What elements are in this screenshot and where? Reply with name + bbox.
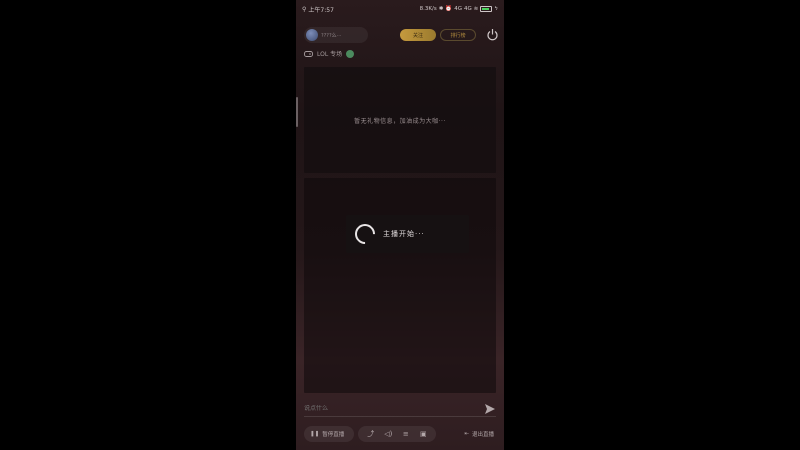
live-header: ????么··· 关注 排行榜 [304, 27, 500, 43]
alarm-icon: ⏰ [445, 6, 453, 12]
avatar[interactable] [306, 29, 318, 41]
pause-live-button[interactable]: ❚❚ 暂停直播 [304, 426, 354, 442]
host-name: ????么··· [321, 32, 342, 39]
charging-icon: ϟ [494, 6, 498, 12]
phone-screen: ⚲ 上午7:57 8.3K/s ✱ ⏰ 4G 4G ≋ ϟ ????么··· 关… [296, 0, 504, 450]
chat-input[interactable] [304, 405, 454, 412]
notification-icon: ⚲ [302, 5, 307, 13]
gift-icon[interactable]: ▣ [418, 429, 428, 439]
status-bar: ⚲ 上午7:57 8.3K/s ✱ ⏰ 4G 4G ≋ ϟ [296, 0, 504, 18]
pause-label: 暂停直播 [322, 432, 345, 438]
battery-icon [480, 6, 493, 12]
loading-spinner-icon [350, 219, 380, 249]
pause-icon: ❚❚ [310, 431, 320, 437]
net-speed: 8.3K/s [419, 6, 437, 12]
signal-icon: 4G [454, 6, 462, 12]
ranking-button[interactable]: 排行榜 [440, 29, 476, 41]
exit-icon: ⇤ [464, 431, 469, 437]
loading-toast: 主播开始··· [346, 215, 469, 253]
power-icon[interactable] [486, 28, 499, 41]
video-stream-panel[interactable]: 主播开始··· [304, 178, 496, 393]
menu-icon[interactable]: ≡ [401, 429, 411, 439]
side-scrollbar[interactable] [296, 97, 298, 127]
tool-icons-group: ⤴ ◁) ≡ ▣ [358, 426, 436, 442]
room-label: LOL 专场 [304, 49, 355, 58]
volume-icon[interactable]: ◁) [383, 429, 393, 439]
gift-message-panel: 暂无礼物信息，加油成为大咖··· [304, 67, 496, 173]
status-time: ⚲ 上午7:57 [302, 5, 334, 14]
signal-icon-2: 4G [463, 6, 472, 12]
gift-empty-message: 暂无礼物信息，加油成为大咖··· [354, 117, 446, 125]
send-icon[interactable] [484, 403, 496, 415]
loading-text: 主播开始··· [383, 230, 425, 238]
room-title: LOL 专场 [317, 51, 343, 58]
wifi-icon: ≋ [473, 6, 479, 12]
status-indicators: 8.3K/s ✱ ⏰ 4G 4G ≋ ϟ [420, 6, 498, 12]
room-badge-icon [346, 49, 355, 58]
follow-button[interactable]: 关注 [400, 29, 436, 41]
game-controller-icon [304, 51, 313, 57]
host-profile[interactable]: ????么··· [304, 27, 368, 43]
chat-input-row [304, 401, 496, 417]
bottom-toolbar: ❚❚ 暂停直播 ⤴ ◁) ≡ ▣ ⇤ 退出直播 [304, 425, 496, 443]
exit-label: 退出直播 [471, 432, 494, 438]
exit-live-button[interactable]: ⇤ 退出直播 [464, 430, 496, 438]
share-icon[interactable]: ⤴ [366, 429, 376, 439]
bluetooth-icon: ✱ [438, 6, 444, 12]
